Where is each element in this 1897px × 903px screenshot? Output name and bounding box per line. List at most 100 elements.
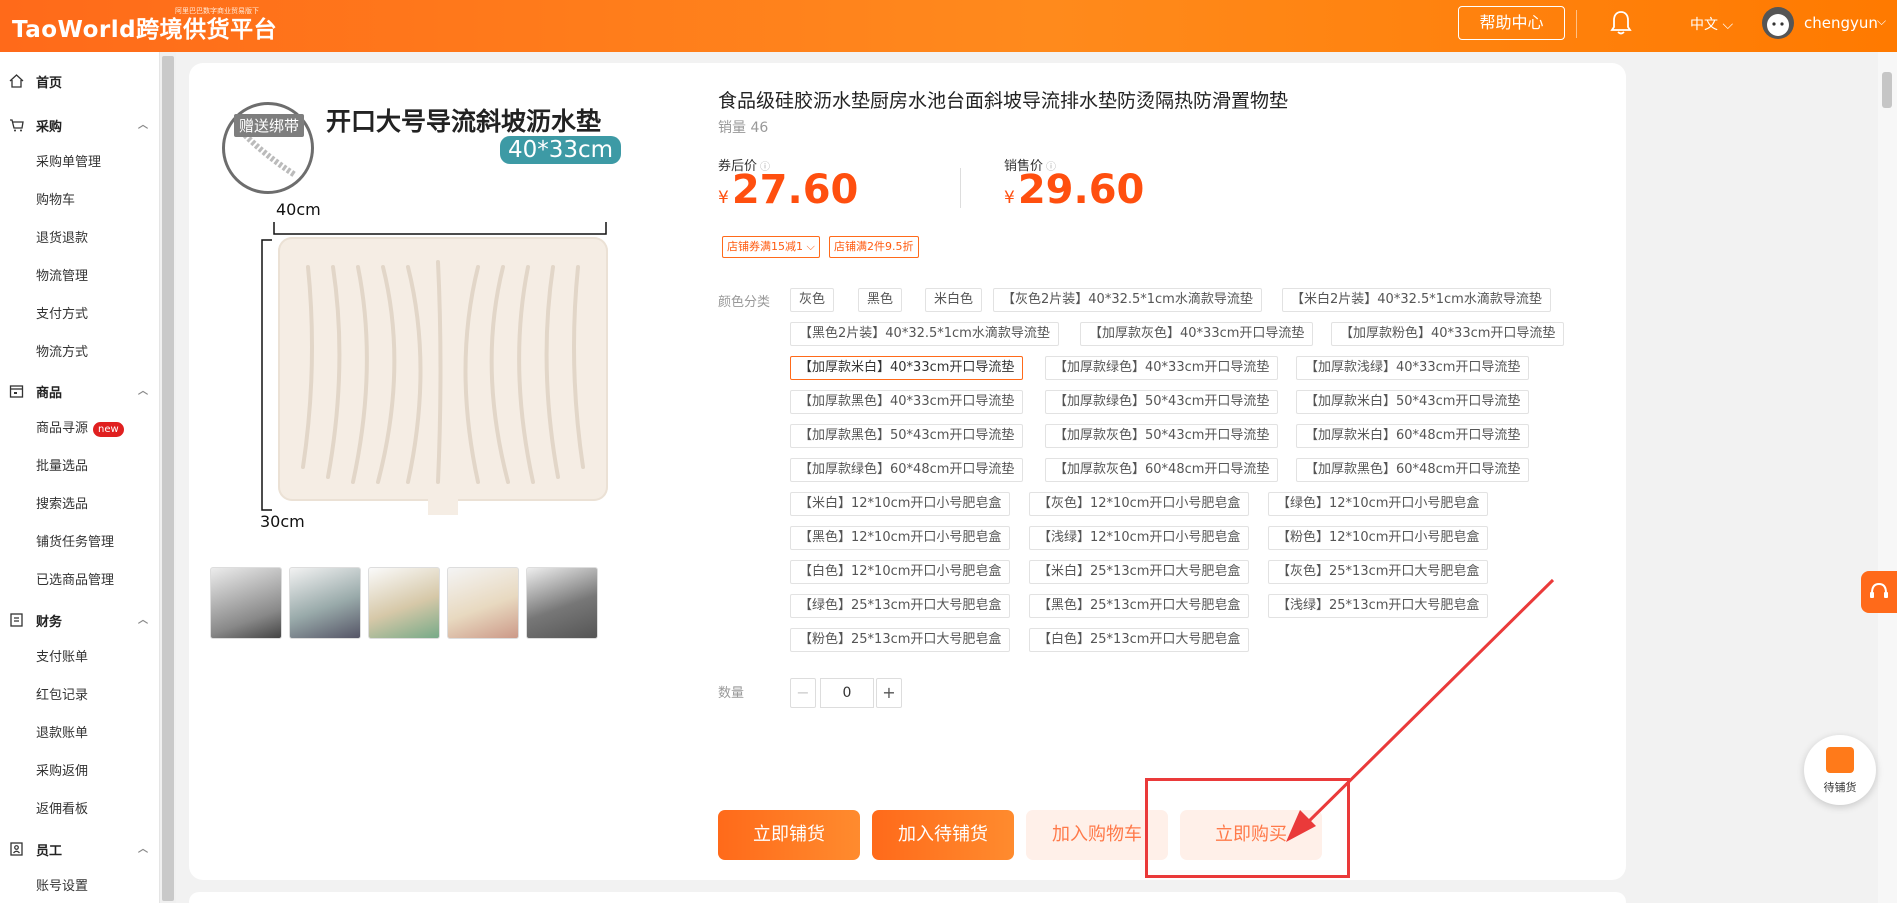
sidebar-item-sourcing[interactable]: 商品寻源 new	[36, 417, 124, 437]
sidebar-item-red-packets[interactable]: 红包记录	[36, 684, 88, 703]
discount-tag: 店铺满2件9.5折	[829, 236, 919, 258]
customer-service-tab[interactable]	[1861, 571, 1897, 613]
chevron-up-icon: ︿	[138, 120, 148, 131]
username[interactable]: chengyun	[1804, 14, 1878, 32]
sidebar-item-purchase-rebate[interactable]: 采购返佣	[36, 760, 88, 779]
option-chip[interactable]: 【黑色】25*13cm开口大号肥皂盒	[1029, 594, 1250, 618]
sidebar-section-products[interactable]: 商品 ︿	[0, 376, 160, 406]
sidebar-item-search-select[interactable]: 搜索选品	[36, 493, 88, 512]
sidebar-item-purchase-orders[interactable]: 采购单管理	[36, 151, 101, 170]
sidebar: 首页 采购 ︿ 采购单管理 购物车 退货退款 物流管理 支付方式 物流方式 商品…	[0, 52, 160, 903]
sidebar-item-account-settings[interactable]: 账号设置	[36, 875, 88, 894]
user-menu-chevron-icon[interactable]: ⌵	[1877, 14, 1886, 29]
thumbnail-2[interactable]	[289, 567, 361, 639]
add-pending-button[interactable]: 加入待铺货	[872, 810, 1014, 860]
option-chip[interactable]: 【加厚款米白】60*48cm开口导流垫	[1296, 424, 1530, 448]
option-chip[interactable]: 【白色】12*10cm开口小号肥皂盒	[790, 560, 1011, 584]
sidebar-section-label: 商品	[36, 386, 63, 401]
sidebar-item-shipping-methods[interactable]: 物流方式	[36, 341, 88, 360]
option-chip[interactable]: 【黑色】12*10cm开口小号肥皂盒	[790, 526, 1011, 550]
sidebar-item-cart[interactable]: 购物车	[36, 189, 75, 208]
option-chip[interactable]: 黑色	[858, 288, 903, 312]
distribute-now-button[interactable]: 立即铺货	[718, 810, 860, 860]
sidebar-section-label: 采购	[36, 120, 63, 135]
sidebar-item-payment-bills[interactable]: 支付账单	[36, 646, 88, 665]
language-select[interactable]: 中文 ⌵	[1690, 14, 1733, 34]
sidebar-scrollbar-thumb[interactable]	[162, 56, 174, 901]
option-chip[interactable]: 【灰色】25*13cm开口大号肥皂盒	[1268, 560, 1489, 584]
option-chip[interactable]: 【绿色】25*13cm开口大号肥皂盒	[790, 594, 1011, 618]
sidebar-item-home[interactable]: 首页	[0, 66, 160, 96]
quantity-minus-button[interactable]: −	[790, 678, 816, 708]
currency-symbol: ¥	[1004, 188, 1015, 208]
option-chip[interactable]: 【米白】25*13cm开口大号肥皂盒	[1029, 560, 1250, 584]
pending-distribution-float-button[interactable]: 待铺货	[1804, 735, 1876, 805]
sidebar-item-distribution-tasks[interactable]: 铺货任务管理	[36, 531, 114, 550]
coupon-price-value: 27.60	[731, 167, 859, 213]
product-main-image[interactable]: 赠送绑带 开口大号导流斜坡沥水垫 40*33cm 40cm 30cm	[210, 92, 638, 538]
user-avatar-icon	[1767, 14, 1789, 36]
sidebar-item-refund-bills[interactable]: 退款账单	[36, 722, 88, 741]
quantity-label: 数量	[718, 686, 745, 701]
sidebar-item-selected-products[interactable]: 已选商品管理	[36, 569, 114, 588]
header-divider	[1576, 10, 1577, 38]
thumbnail-1[interactable]	[210, 567, 282, 639]
home-icon	[9, 74, 24, 88]
sidebar-section-finance[interactable]: 财务 ︿	[0, 605, 160, 635]
option-chip[interactable]: 【加厚款黑色】60*48cm开口导流垫	[1296, 458, 1530, 482]
sidebar-item-logistics[interactable]: 物流管理	[36, 265, 88, 284]
logo-tagline: 阿里巴巴数字商业贸易版下	[175, 7, 259, 15]
option-chip[interactable]: 【加厚款灰色】40*33cm开口导流垫	[1080, 322, 1314, 346]
option-chip[interactable]: 【灰色2片装】40*32.5*1cm水滴款导流垫	[993, 288, 1262, 312]
mat-grooves	[301, 260, 585, 484]
option-chip[interactable]: 米白色	[925, 288, 983, 312]
sidebar-item-bulk-select[interactable]: 批量选品	[36, 455, 88, 474]
store-icon	[9, 385, 24, 398]
sidebar-section-label: 员工	[36, 844, 63, 859]
option-chip[interactable]: 【绿色】12*10cm开口小号肥皂盒	[1268, 492, 1489, 516]
option-chip[interactable]: 【浅绿】12*10cm开口小号肥皂盒	[1029, 526, 1250, 550]
option-chip[interactable]: 【黑色2片装】40*32.5*1cm水滴款导流垫	[790, 322, 1059, 346]
option-chip[interactable]: 【加厚款绿色】50*43cm开口导流垫	[1045, 390, 1279, 414]
next-card	[189, 892, 1626, 903]
headset-icon	[1870, 582, 1888, 598]
option-chip[interactable]: 【加厚款绿色】60*48cm开口导流垫	[790, 458, 1024, 482]
option-chip[interactable]: 【米白】12*10cm开口小号肥皂盒	[790, 492, 1011, 516]
option-chip[interactable]: 【米白2片装】40*32.5*1cm水滴款导流垫	[1282, 288, 1551, 312]
sidebar-item-rebate-dashboard[interactable]: 返佣看板	[36, 798, 88, 817]
sidebar-section-purchase[interactable]: 采购 ︿	[0, 110, 160, 140]
quantity-input[interactable]	[820, 678, 874, 708]
coupon-tag[interactable]: 店铺券满15减1 ⌵	[722, 236, 820, 258]
page-scrollbar-thumb[interactable]	[1882, 72, 1892, 108]
option-chip[interactable]: 【加厚款浅绿】40*33cm开口导流垫	[1296, 356, 1530, 380]
thumbnail-3[interactable]	[368, 567, 440, 639]
sales-count: 销量 46	[718, 120, 769, 136]
option-chip[interactable]: 【加厚款灰色】50*43cm开口导流垫	[1045, 424, 1279, 448]
sidebar-item-payment-methods[interactable]: 支付方式	[36, 303, 88, 322]
finance-icon	[10, 613, 23, 627]
notification-bell-icon[interactable]	[1609, 9, 1633, 37]
sidebar-section-staff[interactable]: 员工 ︿	[0, 834, 160, 864]
option-chip[interactable]: 【加厚款黑色】40*33cm开口导流垫	[790, 390, 1024, 414]
avatar[interactable]	[1762, 7, 1794, 39]
option-chip[interactable]: 【加厚款米白】50*43cm开口导流垫	[1296, 390, 1530, 414]
help-center-button[interactable]: 帮助中心	[1458, 6, 1565, 40]
sidebar-item-returns[interactable]: 退货退款	[36, 227, 88, 246]
option-chip[interactable]: 【加厚款绿色】40*33cm开口导流垫	[1045, 356, 1279, 380]
quantity-plus-button[interactable]: +	[876, 678, 902, 708]
option-chip[interactable]: 【粉色】25*13cm开口大号肥皂盒	[790, 628, 1011, 652]
image-title: 开口大号导流斜坡沥水垫	[326, 107, 602, 136]
option-chip[interactable]: 灰色	[790, 288, 835, 312]
option-chip[interactable]: 【加厚款灰色】60*48cm开口导流垫	[1045, 458, 1279, 482]
option-chip[interactable]: 【灰色】12*10cm开口小号肥皂盒	[1029, 492, 1250, 516]
thumbnail-4[interactable]	[447, 567, 519, 639]
option-chip[interactable]: 【粉色】12*10cm开口小号肥皂盒	[1268, 526, 1489, 550]
option-chip[interactable]: 【浅绿】25*13cm开口大号肥皂盒	[1268, 594, 1489, 618]
currency-symbol: ¥	[718, 188, 729, 208]
option-chip[interactable]: 【白色】25*13cm开口大号肥皂盒	[1029, 628, 1250, 652]
option-chip[interactable]: 【加厚款黑色】50*43cm开口导流垫	[790, 424, 1024, 448]
option-chip[interactable]: 【加厚款粉色】40*33cm开口导流垫	[1331, 322, 1565, 346]
page-scrollbar[interactable]	[1878, 52, 1897, 903]
option-chip-selected[interactable]: 【加厚款米白】40*33cm开口导流垫	[790, 356, 1024, 380]
thumbnail-5[interactable]	[526, 567, 598, 639]
